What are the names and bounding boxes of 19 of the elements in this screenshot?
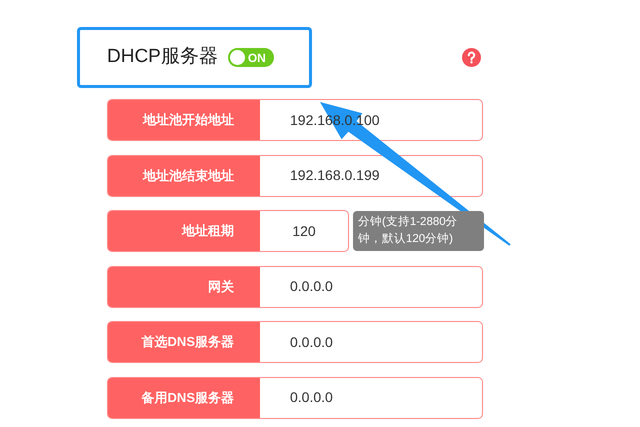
field-label: 地址池开始地址 [143, 111, 234, 130]
field-value: 192.168.0.199 [290, 166, 380, 185]
input-field[interactable]: 网关 0.0.0.0 [107, 266, 483, 308]
field-value: 120 [292, 222, 316, 240]
field-value: 0.0.0.0 [290, 332, 333, 352]
field-label: 地址池结束地址 [143, 166, 234, 185]
help-icon[interactable] [462, 48, 481, 67]
section-title: DHCP服务器 [107, 45, 218, 70]
input-field[interactable]: 地址池结束地址 192.168.0.199 [107, 154, 483, 196]
input-field[interactable]: 地址租期 120 [107, 210, 349, 252]
field-label: 首选DNS服务器 [142, 333, 234, 352]
field-label: 地址租期 [182, 222, 234, 240]
field-value: 0.0.0.0 [290, 277, 333, 296]
input-field[interactable]: 首选DNS服务器 0.0.0.0 [107, 321, 483, 363]
field-label: 备用DNS服务器 [142, 388, 234, 407]
hint-tooltip: 分钟(支持1-2880分钟，默认120分钟) [353, 211, 484, 251]
input-field[interactable]: 备用DNS服务器 0.0.0.0 [107, 376, 483, 418]
field-value: 0.0.0.0 [290, 388, 333, 407]
field-label: 网关 [208, 278, 234, 296]
